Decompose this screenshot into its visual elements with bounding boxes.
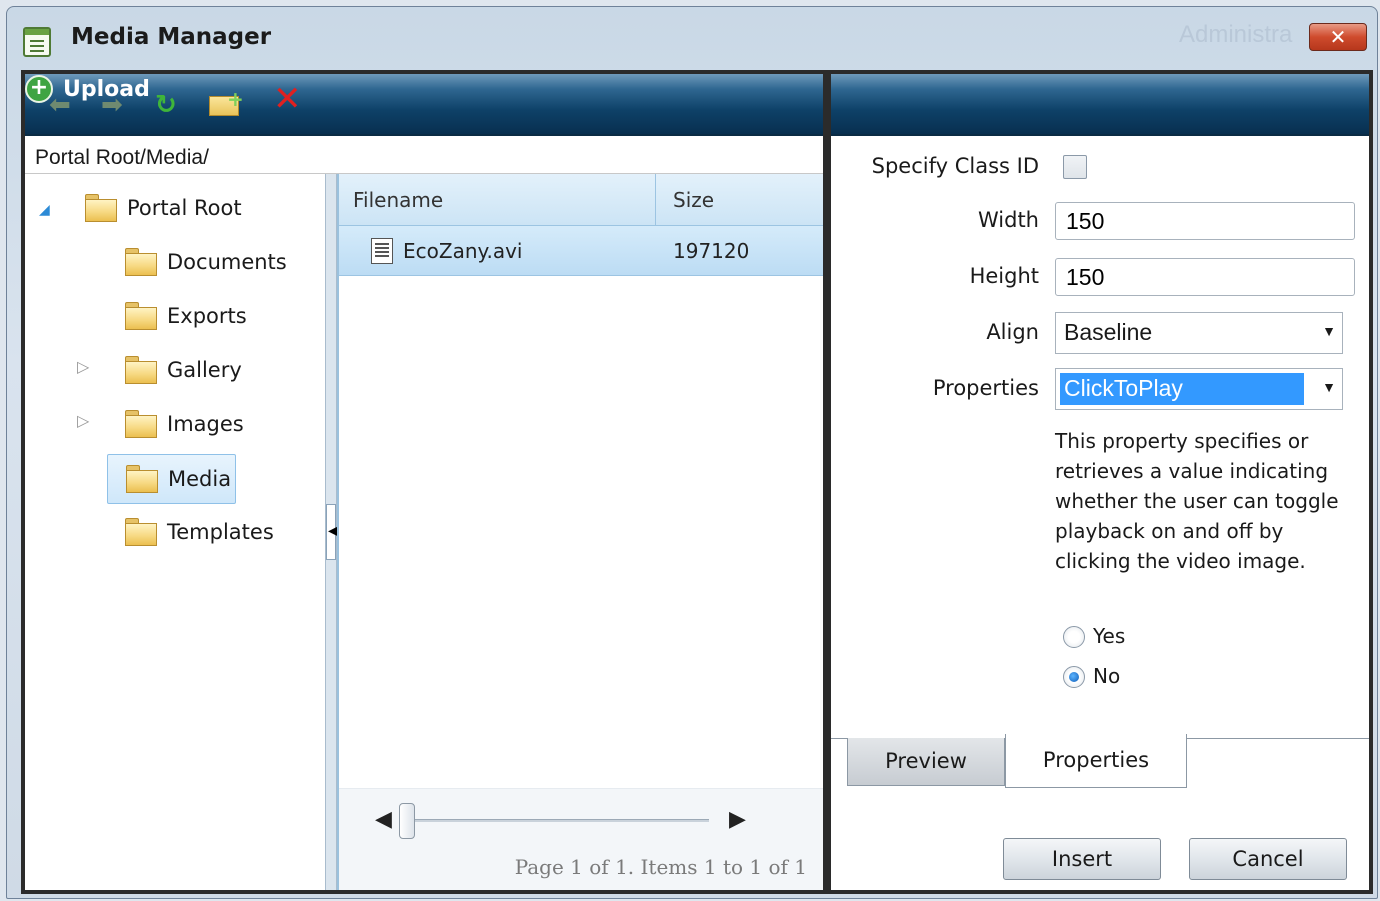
- column-header-size[interactable]: Size: [673, 188, 714, 212]
- table-row[interactable]: EcoZany.avi 197120: [339, 226, 823, 276]
- app-icon: [23, 27, 51, 57]
- collapse-handle[interactable]: ◀: [326, 504, 339, 560]
- scroll-track[interactable]: [405, 819, 709, 822]
- pager: ◀ ▶ Page 1 of 1. Items 1 to 1 of 1: [339, 788, 823, 890]
- tree-item-label: Portal Root: [127, 196, 242, 220]
- tree-item-label: Media: [168, 467, 232, 491]
- scroll-left-icon[interactable]: ◀: [375, 807, 392, 832]
- expand-arrow-icon[interactable]: ▷: [77, 411, 89, 430]
- tree-item-exports[interactable]: Exports: [125, 296, 247, 336]
- column-divider[interactable]: [655, 174, 656, 226]
- media-manager-window: Media Manager Administra ✕ ⬅ ➡ ↻ + ✕ + U…: [6, 6, 1378, 899]
- grid-header: Filename Size: [339, 174, 823, 226]
- expand-arrow-icon[interactable]: ▷: [77, 357, 89, 376]
- cell-size: 197120: [673, 239, 750, 263]
- height-input[interactable]: [1055, 258, 1355, 296]
- align-select[interactable]: Baseline ▼: [1055, 312, 1343, 354]
- tree-item-label: Templates: [167, 520, 274, 544]
- radio-yes[interactable]: [1063, 626, 1085, 648]
- panel-splitter[interactable]: ◀: [325, 174, 339, 890]
- upload-button[interactable]: + Upload: [25, 74, 823, 104]
- folder-tree: ◢ Portal Root Documents Exports ▷ Galler…: [25, 174, 325, 890]
- close-button[interactable]: ✕: [1309, 23, 1367, 51]
- file-grid: Filename Size EcoZany.avi 197120 ◀ ▶ Pag…: [337, 174, 823, 890]
- refresh-icon[interactable]: ↻: [155, 90, 177, 120]
- tree-item-templates[interactable]: Templates: [125, 512, 274, 552]
- column-header-filename[interactable]: Filename: [353, 188, 443, 212]
- folder-icon: [125, 302, 157, 330]
- tree-item-documents[interactable]: Documents: [125, 242, 287, 282]
- properties-label: Properties: [932, 376, 1039, 400]
- expand-arrow-icon[interactable]: ◢: [39, 202, 50, 218]
- title-bar[interactable]: Media Manager Administra ✕: [7, 7, 1377, 67]
- radio-no[interactable]: [1063, 666, 1085, 688]
- tree-item-label: Documents: [167, 250, 287, 274]
- dialog-frame: ⬅ ➡ ↻ + ✕ + Upload Portal Root/Media/ ◢ …: [21, 70, 1373, 894]
- class-id-checkbox[interactable]: [1063, 155, 1087, 179]
- tree-item-label: Gallery: [167, 358, 242, 382]
- folder-icon: [125, 248, 157, 276]
- folder-icon: [125, 356, 157, 384]
- tab-properties[interactable]: Properties: [1005, 734, 1187, 788]
- scroll-thumb[interactable]: [399, 803, 415, 839]
- height-label: Height: [969, 264, 1039, 288]
- delete-icon[interactable]: ✕: [273, 82, 302, 116]
- class-id-label: Specify Class ID: [871, 154, 1039, 178]
- tab-preview[interactable]: Preview: [847, 738, 1005, 786]
- new-folder-icon[interactable]: +: [209, 87, 244, 116]
- scroll-right-icon[interactable]: ▶: [729, 807, 746, 832]
- back-icon[interactable]: ⬅: [49, 90, 71, 120]
- chevron-down-icon: ▼: [1322, 379, 1336, 395]
- window-title: Media Manager: [71, 24, 272, 50]
- radio-yes-label: Yes: [1093, 624, 1126, 648]
- tree-item-label: Images: [167, 412, 244, 436]
- cancel-button[interactable]: Cancel: [1189, 838, 1347, 880]
- folder-icon: [125, 518, 157, 546]
- video-file-icon: [371, 238, 393, 264]
- chevron-down-icon: ▼: [1322, 323, 1336, 339]
- folder-icon: [85, 194, 117, 222]
- properties-header: [831, 74, 1369, 136]
- background-window-text: Administra: [1179, 21, 1293, 48]
- toolbar: ⬅ ➡ ↻ + ✕ + Upload: [25, 74, 823, 136]
- file-browser-panel: ⬅ ➡ ↻ + ✕ + Upload Portal Root/Media/ ◢ …: [25, 74, 823, 890]
- tree-item-label: Exports: [167, 304, 247, 328]
- cell-filename: EcoZany.avi: [403, 239, 523, 263]
- tree-item-gallery[interactable]: Gallery: [125, 350, 242, 390]
- forward-icon[interactable]: ➡: [101, 90, 123, 120]
- width-label: Width: [977, 208, 1039, 232]
- width-input[interactable]: [1055, 202, 1355, 240]
- properties-select[interactable]: ClickToPlay ▼: [1055, 368, 1343, 410]
- tree-item-images[interactable]: Images: [125, 404, 244, 444]
- radio-no-label: No: [1093, 664, 1121, 688]
- property-description: This property specifies or retrieves a v…: [1055, 429, 1339, 573]
- align-value: Baseline: [1064, 319, 1153, 345]
- tree-item-media[interactable]: Media: [107, 454, 237, 504]
- folder-icon: [125, 410, 157, 438]
- folder-icon: [126, 465, 158, 493]
- properties-panel: Specify Class ID Width Height Align Base…: [831, 74, 1369, 890]
- tree-item-portal-root[interactable]: Portal Root: [85, 188, 242, 228]
- pager-info: Page 1 of 1. Items 1 to 1 of 1: [514, 855, 807, 879]
- insert-button[interactable]: Insert: [1003, 838, 1161, 880]
- properties-value: ClickToPlay: [1064, 375, 1183, 401]
- breadcrumb: Portal Root/Media/: [25, 138, 823, 174]
- align-label: Align: [986, 320, 1039, 344]
